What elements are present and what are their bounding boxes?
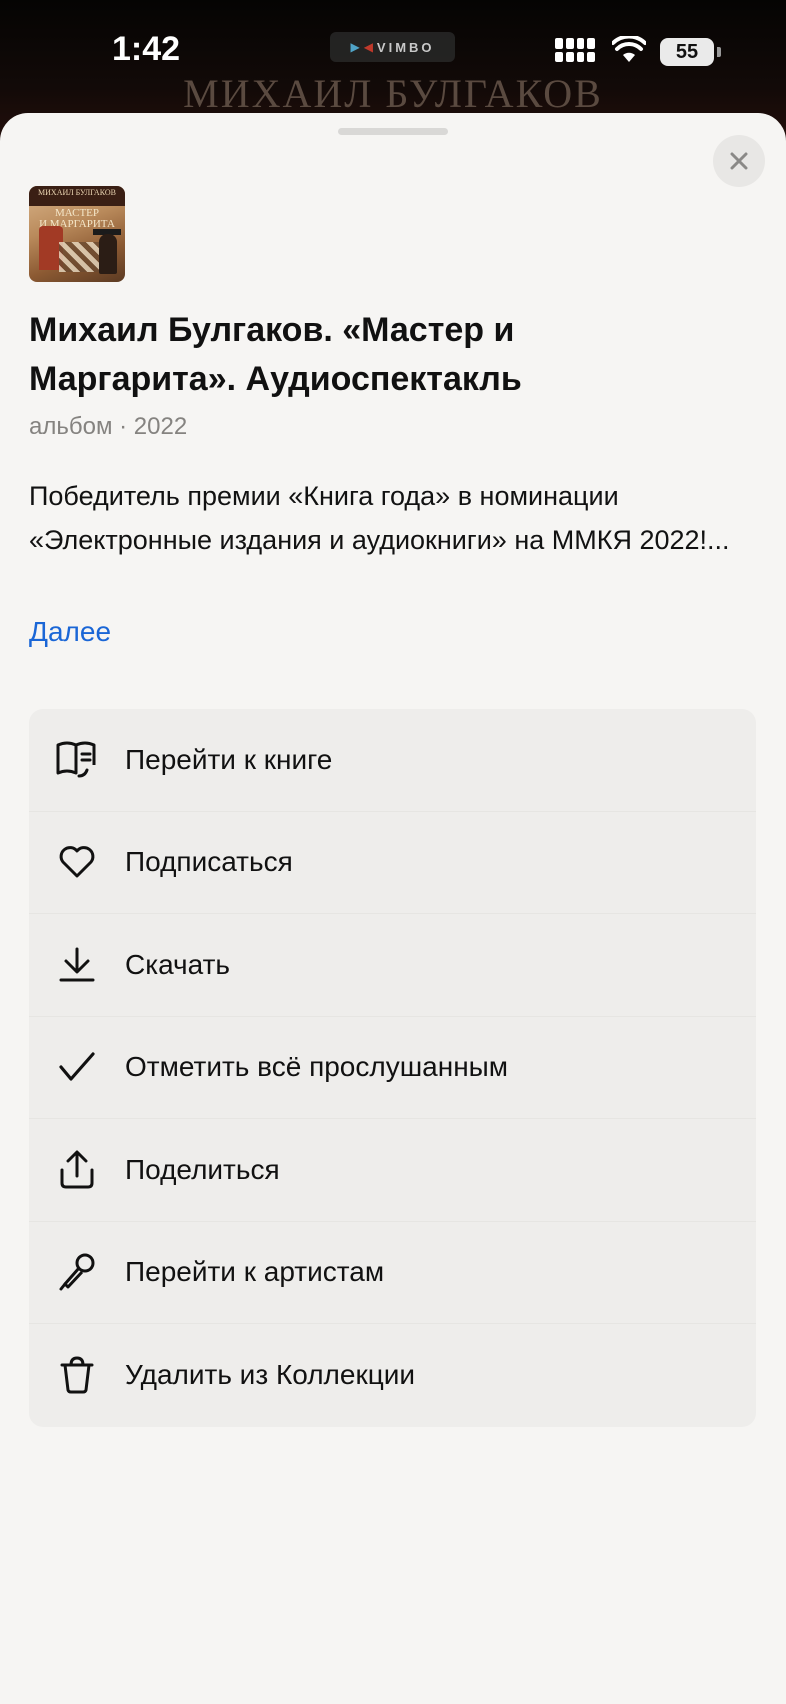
wifi-icon [611,34,647,69]
album-cover: МИХАИЛ БУЛГАКОВ МАСТЕР И МАРГАРИТА [29,186,125,282]
action-menu: Перейти к книге Подписаться Скачать Отме… [29,709,756,1427]
album-action-sheet: МИХАИЛ БУЛГАКОВ МАСТЕР И МАРГАРИТА Михаи… [0,113,786,1704]
menu-item-remove-from-collection[interactable]: Удалить из Коллекции [29,1324,756,1427]
menu-item-download[interactable]: Скачать [29,914,756,1017]
menu-item-subscribe[interactable]: Подписаться [29,811,756,914]
recorder-label: VIMBO [376,39,435,55]
album-meta: альбом · 2022 [29,413,188,440]
menu-item-label: Перейти к книге [125,743,333,775]
cellular-signal-icon [555,38,595,62]
menu-item-label: Поделиться [125,1153,280,1185]
microphone-icon [29,1221,125,1323]
menu-item-mark-all-listened[interactable]: Отметить всё прослушанным [29,1016,756,1119]
battery-indicator: 55 [660,38,714,66]
record-icon: ◀ [363,40,373,54]
status-time: 1:42 [112,30,181,68]
menu-item-share[interactable]: Поделиться [29,1119,756,1222]
trash-icon [29,1324,125,1426]
download-icon [29,914,125,1016]
menu-item-go-to-book[interactable]: Перейти к книге [29,709,756,812]
battery-tip [717,47,721,57]
close-button[interactable] [713,135,765,187]
menu-item-label: Отметить всё прослушанным [125,1051,509,1083]
album-title: Михаил Булгаков. «Мастер и Маргарита». А… [29,311,522,398]
menu-item-label: Перейти к артистам [125,1256,385,1288]
status-bar: 1:42 ▶ ◀ VIMBO 55 [0,0,786,100]
album-description: Победитель премии «Книга года» в номинац… [29,481,730,555]
menu-item-label: Удалить из Коллекции [125,1359,416,1391]
read-more-link[interactable]: Далее [29,616,111,648]
play-icon: ▶ [350,40,360,54]
book-icon [29,709,125,811]
check-icon [29,1016,125,1118]
menu-item-go-to-artists[interactable]: Перейти к артистам [29,1221,756,1324]
menu-item-label: Скачать [125,948,230,980]
screen-recorder-badge: ▶ ◀ VIMBO [330,32,455,62]
close-icon [730,152,748,170]
menu-item-label: Подписаться [125,846,293,878]
sheet-grabber[interactable] [338,128,448,135]
heart-icon [29,811,125,913]
share-icon [29,1119,125,1221]
